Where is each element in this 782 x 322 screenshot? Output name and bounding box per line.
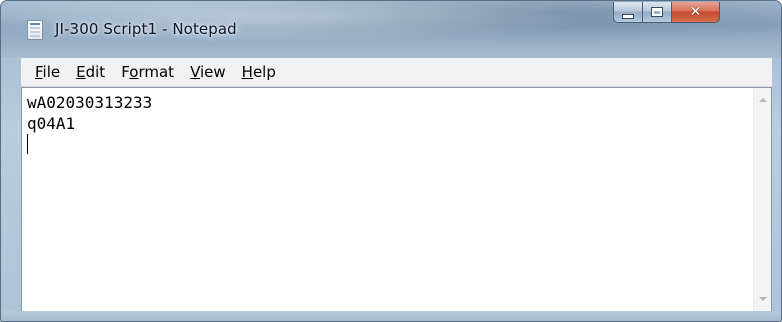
menu-view[interactable]: View	[190, 63, 226, 81]
maximize-button[interactable]	[643, 2, 672, 23]
menu-view-label: iew	[200, 63, 226, 81]
menu-help-label: elp	[252, 63, 276, 81]
menu-edit[interactable]: Edit	[76, 63, 105, 81]
caption-buttons: ✕	[613, 2, 720, 24]
menu-edit-mnemonic: E	[76, 63, 86, 81]
menu-view-mnemonic: V	[190, 63, 200, 81]
minimize-icon	[622, 13, 634, 19]
scroll-up-arrow-icon[interactable]	[759, 98, 767, 102]
menu-edit-label: dit	[85, 63, 106, 81]
window-title: JI-300 Script1 - Notepad	[55, 20, 237, 38]
text-editor[interactable]: wA02030313233 q04A1	[21, 87, 772, 312]
menu-file[interactable]: File	[35, 63, 60, 81]
maximize-icon	[651, 7, 663, 17]
minimize-button[interactable]	[613, 2, 643, 23]
close-button[interactable]: ✕	[672, 2, 720, 23]
notepad-window: JI-300 Script1 - Notepad ✕ File Edit For…	[0, 0, 782, 322]
menu-file-label: ile	[42, 63, 61, 81]
menu-help-mnemonic: H	[241, 63, 253, 81]
document-line: q04A1	[27, 114, 76, 133]
document-line: wA02030313233	[27, 93, 153, 112]
window-bottom-border	[1, 311, 781, 321]
menu-file-mnemonic: F	[35, 63, 43, 81]
document-text[interactable]: wA02030313233 q04A1	[27, 92, 152, 155]
text-caret	[27, 134, 28, 154]
document-line-current	[27, 134, 152, 155]
menu-bar: File Edit Format View Help	[21, 58, 772, 87]
close-icon: ✕	[689, 4, 702, 20]
menu-format[interactable]: Format	[121, 63, 174, 81]
menu-help[interactable]: Help	[242, 63, 276, 81]
vertical-scrollbar[interactable]	[753, 88, 771, 311]
scroll-down-arrow-icon[interactable]	[759, 297, 767, 301]
notepad-icon[interactable]	[27, 20, 43, 40]
menu-format-label: rmat	[138, 63, 175, 81]
